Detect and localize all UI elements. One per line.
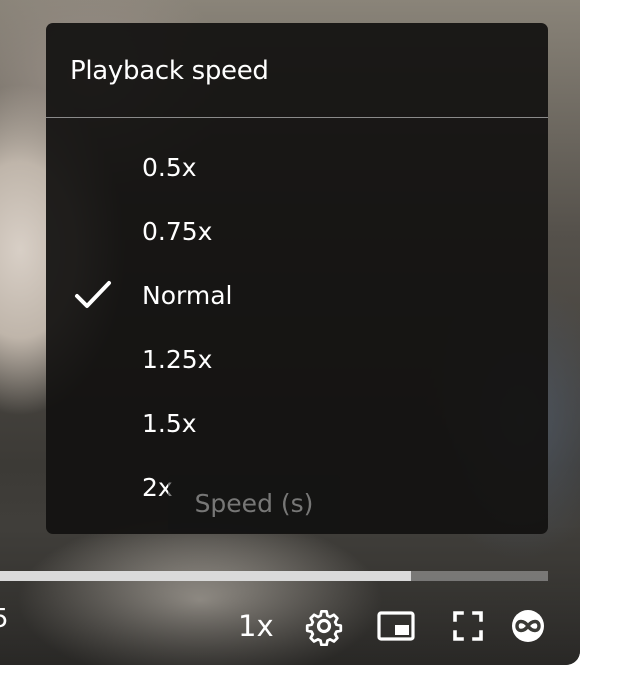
speed-button[interactable]: 1x xyxy=(238,604,274,648)
speed-option-1-5x[interactable]: 1.5x xyxy=(46,396,548,452)
speed-option-label: 1.25x xyxy=(142,345,213,374)
speed-tooltip: Speed (s) xyxy=(168,475,340,533)
speed-option-normal[interactable]: Normal xyxy=(46,268,548,324)
playback-speed-menu: Playback speed 0.5x 0.75x Normal 1.25x 1… xyxy=(46,23,548,534)
time-display: 5 xyxy=(0,604,9,634)
speed-option-label: 0.5x xyxy=(142,153,197,182)
picture-in-picture-icon[interactable] xyxy=(376,606,416,646)
speed-option-0-75x[interactable]: 0.75x xyxy=(46,204,548,260)
progress-played xyxy=(0,571,411,581)
menu-divider xyxy=(46,117,548,118)
speed-option-label: Normal xyxy=(142,281,233,310)
speed-option-label: 0.75x xyxy=(142,217,213,246)
speed-option-label: 1.5x xyxy=(142,409,197,438)
control-bar: 5 1x xyxy=(0,598,580,654)
loop-icon[interactable] xyxy=(508,606,548,646)
speed-option-1-25x[interactable]: 1.25x xyxy=(46,332,548,388)
video-player[interactable]: Playback speed 0.5x 0.75x Normal 1.25x 1… xyxy=(0,0,580,665)
progress-bar[interactable] xyxy=(0,571,548,581)
menu-title: Playback speed xyxy=(70,56,269,86)
speed-option-0-5x[interactable]: 0.5x xyxy=(46,140,548,196)
fullscreen-icon[interactable] xyxy=(448,606,488,646)
checkmark-icon xyxy=(75,281,111,308)
settings-gear-icon[interactable] xyxy=(304,606,344,646)
